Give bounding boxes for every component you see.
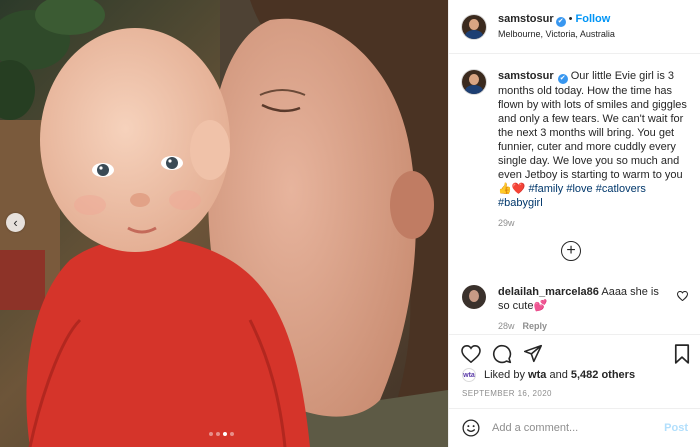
likes-prefix: Liked by — [484, 369, 525, 381]
action-bar — [449, 334, 700, 372]
likes-count-link[interactable]: 5,482 others — [571, 369, 635, 381]
author-username[interactable]: samstosur — [498, 13, 554, 25]
instagram-post-modal: ‹ samstosur ✔ • Follow Melbourne, Victoria,… — [0, 0, 700, 447]
likes-conjunction: and — [549, 369, 568, 381]
caption: samstosur ✔ Our little Evie girl is 3 mon… — [462, 69, 688, 230]
hashtag-link[interactable]: #love — [566, 183, 592, 195]
post-header: samstosur ✔ • Follow Melbourne, Victoria, A… — [449, 0, 700, 54]
verified-badge-icon: ✔ — [555, 17, 566, 27]
hashtag-link[interactable]: #babygirl — [498, 197, 543, 209]
reply-button[interactable]: Reply — [523, 321, 548, 331]
carousel-dot — [216, 432, 220, 436]
caption-body: samstosur ✔ Our little Evie girl is 3 mon… — [498, 69, 688, 230]
location-link[interactable]: Melbourne, Victoria, Australia — [498, 27, 615, 41]
comment-input[interactable] — [492, 422, 657, 434]
commenter-avatar[interactable] — [462, 285, 486, 309]
previous-slide-button[interactable]: ‹ — [6, 213, 25, 232]
chevron-left-icon: ‹ — [13, 214, 18, 230]
post-comment-button[interactable]: Post — [664, 422, 688, 434]
like-comment-heart-icon[interactable] — [677, 291, 688, 301]
liker-avatar[interactable]: wta — [462, 368, 476, 382]
comments-section: samstosur ✔ Our little Evie girl is 3 mon… — [449, 55, 700, 333]
post-photo: ‹ — [0, 0, 448, 447]
post-details-panel: samstosur ✔ • Follow Melbourne, Victoria, A… — [448, 0, 700, 447]
header-separator: • — [568, 13, 573, 25]
hashtag-link[interactable]: #catlovers — [596, 183, 646, 195]
heart-icon — [461, 344, 481, 363]
photo-illustration — [0, 0, 448, 447]
liker-username[interactable]: wta — [528, 369, 546, 381]
comment-item: delailah_marcela86 Aaaa she is so cute💕 … — [462, 285, 688, 333]
caption-author-avatar[interactable] — [462, 70, 486, 94]
comment-body: delailah_marcela86 Aaaa she is so cute💕 … — [498, 285, 664, 333]
emoji-icon[interactable] — [462, 419, 480, 437]
save-button[interactable] — [671, 343, 693, 365]
carousel-dot-active — [223, 432, 227, 436]
add-comment-bar: Post — [449, 408, 700, 447]
comment-button[interactable] — [491, 343, 513, 365]
carousel-dot — [209, 432, 213, 436]
share-button[interactable] — [522, 343, 544, 365]
commenter-username[interactable]: delailah_marcela86 — [498, 286, 599, 298]
carousel-indicator — [209, 432, 234, 436]
follow-button[interactable]: Follow — [576, 13, 611, 25]
verified-badge-icon: ✔ — [557, 74, 568, 84]
comment-age: 28w — [498, 321, 515, 331]
carousel-dot — [230, 432, 234, 436]
header-text: samstosur ✔ • Follow Melbourne, Victoria, A… — [498, 12, 615, 41]
load-more-comments-button[interactable]: + — [561, 241, 581, 261]
bookmark-icon — [674, 343, 690, 364]
plus-circle-icon: + — [566, 242, 576, 259]
speech-bubble-icon — [492, 344, 512, 363]
caption-username[interactable]: samstosur — [498, 70, 554, 82]
caption-text: Our little Evie girl is 3 months old tod… — [498, 70, 687, 195]
post-date[interactable]: SEPTEMBER 16, 2020 — [462, 389, 552, 398]
hashtag-link[interactable]: #family — [528, 183, 563, 195]
paper-plane-icon — [523, 344, 543, 363]
like-button[interactable] — [460, 343, 482, 365]
caption-age: 29w — [498, 218, 515, 228]
comment-meta: 28w Reply — [498, 319, 664, 333]
author-avatar[interactable] — [462, 14, 486, 39]
likes-summary: wta Liked by wta and 5,482 others — [462, 368, 635, 382]
